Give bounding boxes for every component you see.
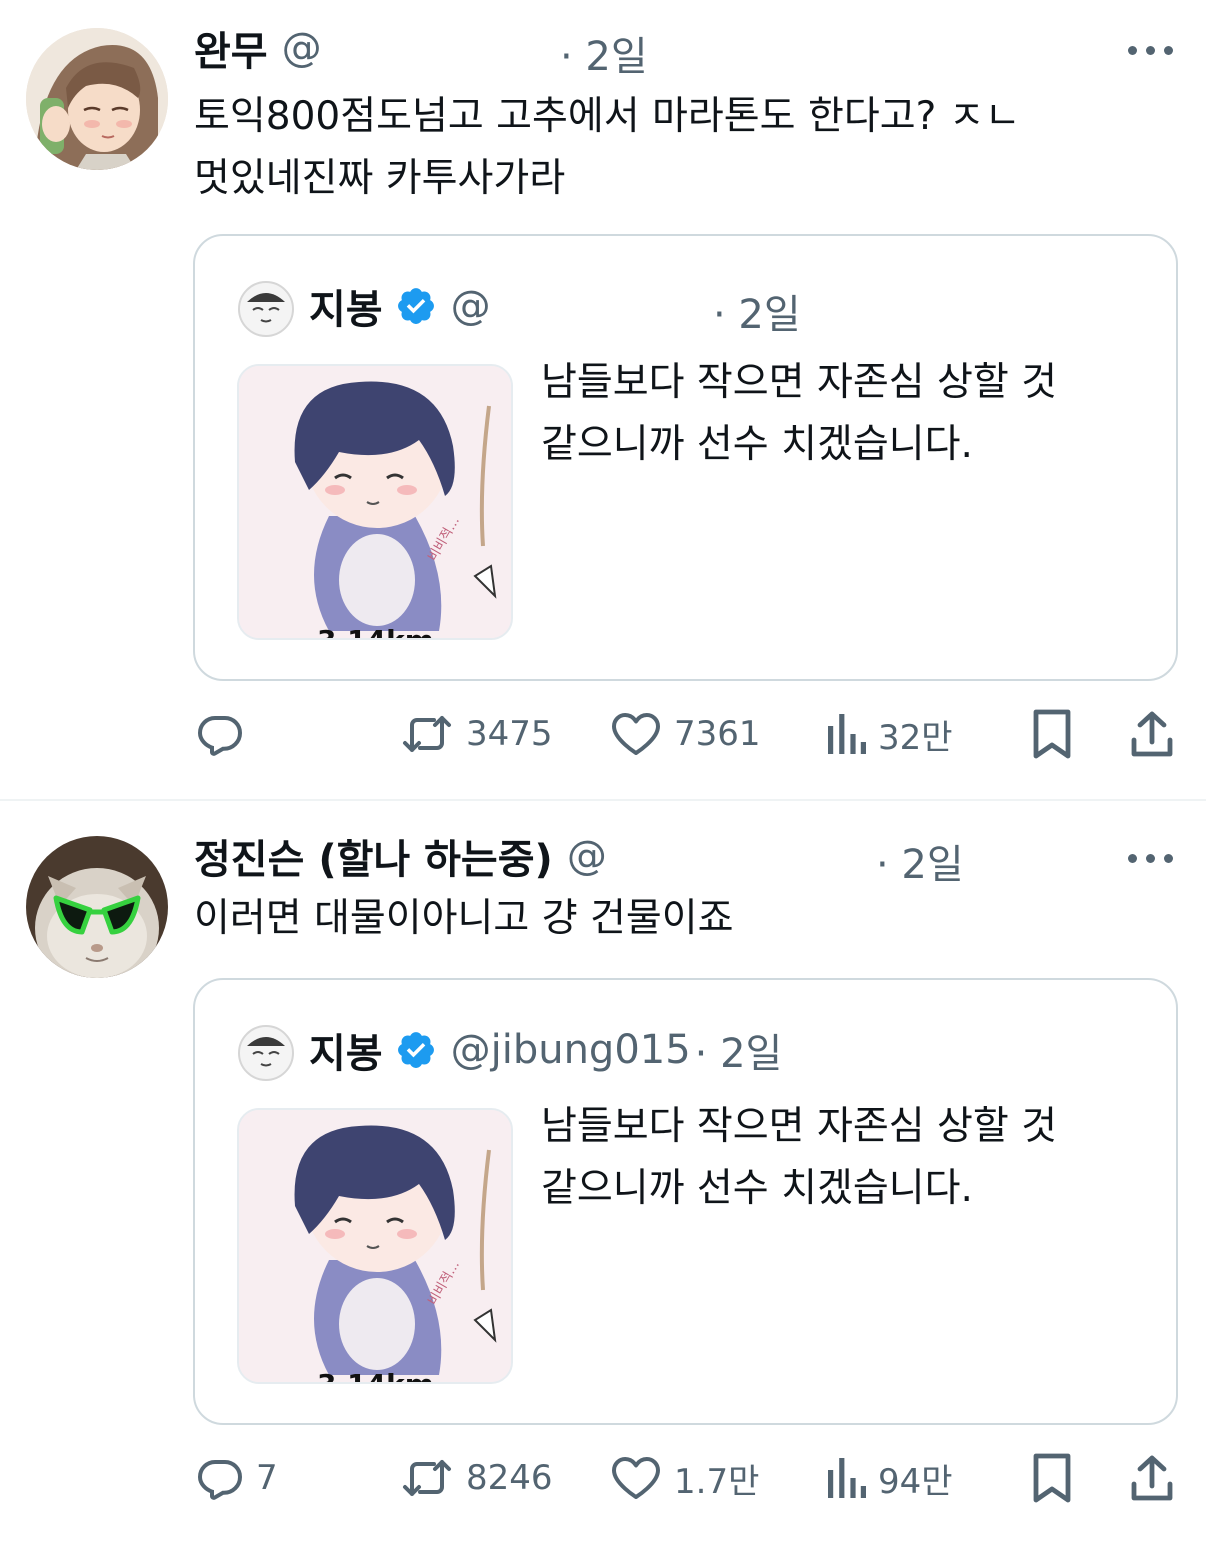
views-icon: [822, 710, 866, 758]
views-count: 94만: [878, 1461, 953, 1502]
views-count: 32만: [878, 717, 953, 758]
like-button[interactable]: 1.7만: [610, 1448, 759, 1508]
quoted-text-line: 남들보다 작으면 자존심 상할 것: [541, 360, 1058, 405]
tweet-text-line: 멋있네진짜 카투사가라: [194, 156, 566, 201]
tweet[interactable]: 정진슨 (할나 하는중) @ · 2일 이러면 대물이아니고 걍 건물이죠 지봉…: [0, 800, 1206, 1550]
quoted-image[interactable]: 비비적… 3.14km: [237, 364, 513, 640]
share-button[interactable]: [1128, 704, 1176, 764]
retweet-button[interactable]: 8246: [400, 1448, 553, 1508]
verified-badge-icon: [395, 285, 437, 327]
retweet-icon: [400, 710, 454, 758]
tweet-header: 정진슨 (할나 하는중) @: [194, 828, 607, 884]
reply-count: 7: [256, 1458, 278, 1498]
quoted-tweet[interactable]: 지봉 @ · 2일 비비적… 3.14km: [193, 234, 1178, 681]
quoted-author-handle[interactable]: @: [451, 283, 491, 329]
quoted-text: 남들보다 작으면 자존심 상할 것 같으니까 선수 치겠습니다.: [541, 352, 1057, 476]
reply-button[interactable]: 7: [196, 1448, 278, 1508]
reply-button[interactable]: [196, 704, 256, 764]
quoted-text: 남들보다 작으면 자존심 상할 것 같으니까 선수 치겠습니다.: [541, 1096, 1057, 1220]
quoted-author-handle[interactable]: @jibung015: [451, 1027, 691, 1073]
tweet-text: 토익800점도넘고 고추에서 마라톤도 한다고? ㅈㄴ 멋있네진짜 카투사가라: [194, 86, 1020, 210]
author-handle[interactable]: @: [567, 833, 607, 879]
like-button[interactable]: 7361: [610, 704, 761, 764]
heart-icon: [610, 1454, 662, 1502]
quoted-text-line: 남들보다 작으면 자존심 상할 것: [541, 1104, 1058, 1149]
quoted-time[interactable]: · 2일: [695, 1021, 783, 1079]
tweet-time[interactable]: · 2일: [560, 24, 648, 82]
author-name[interactable]: 완무: [194, 19, 268, 77]
tweet[interactable]: 완무 @ · 2일 토익800점도넘고 고추에서 마라톤도 한다고? ㅈㄴ 멋있…: [0, 0, 1206, 800]
reply-icon: [196, 1454, 244, 1502]
share-icon: [1128, 708, 1176, 760]
quoted-author-name[interactable]: 지봉: [309, 1021, 383, 1079]
reply-icon: [196, 710, 244, 758]
avatar[interactable]: [26, 28, 168, 170]
tweet-header: 완무 @: [194, 20, 322, 76]
author-handle[interactable]: @: [282, 25, 322, 71]
like-count: 1.7만: [674, 1461, 760, 1502]
tweet-text-line: 이러면 대물이아니고 걍 건물이죠: [194, 896, 734, 941]
quoted-image[interactable]: 비비적… 3.14km: [237, 1108, 513, 1384]
image-caption: 3.14km: [317, 624, 434, 640]
views-button[interactable]: 94만: [822, 1448, 953, 1508]
quoted-avatar[interactable]: [237, 280, 295, 338]
quoted-header: 지봉 @: [309, 276, 491, 336]
like-count: 7361: [674, 714, 761, 754]
quoted-time[interactable]: · 2일: [713, 282, 801, 340]
verified-badge-icon: [395, 1029, 437, 1071]
share-icon: [1128, 1452, 1176, 1504]
tweet-text: 이러면 대물이아니고 걍 건물이죠: [194, 888, 734, 950]
retweet-button[interactable]: 3475: [400, 704, 553, 764]
quoted-tweet[interactable]: 지봉 @jibung015 · 2일 비비적… 남들보다 작으면 자존심 상할 …: [193, 978, 1178, 1425]
quoted-header: 지봉 @jibung015 · 2일: [309, 1020, 782, 1080]
quoted-text-line: 같으니까 선수 치겠습니다.: [541, 1166, 973, 1211]
retweet-count: 3475: [466, 714, 553, 754]
image-caption: 3.14km: [317, 1368, 434, 1384]
bookmark-icon: [1030, 1452, 1074, 1504]
bookmark-button[interactable]: [1030, 1448, 1074, 1508]
tweet-time[interactable]: · 2일: [876, 832, 964, 890]
views-button[interactable]: 32만: [822, 704, 953, 764]
retweet-icon: [400, 1454, 454, 1502]
share-button[interactable]: [1128, 1448, 1176, 1508]
tweet-text-line: 토익800점도넘고 고추에서 마라톤도 한다고? ㅈㄴ: [194, 94, 1021, 139]
heart-icon: [610, 710, 662, 758]
views-icon: [822, 1454, 866, 1502]
more-dots-icon[interactable]: [1128, 42, 1174, 58]
quoted-avatar[interactable]: [237, 1024, 295, 1082]
retweet-count: 8246: [466, 1458, 553, 1498]
more-dots-icon[interactable]: [1128, 850, 1174, 866]
tweet-actions: 3475 7361 32만: [0, 704, 1206, 764]
author-name[interactable]: 정진슨 (할나 하는중): [194, 827, 553, 885]
bookmark-button[interactable]: [1030, 704, 1074, 764]
tweet-actions: 7 8246 1.7만 94만: [0, 1448, 1206, 1508]
avatar[interactable]: [26, 836, 168, 978]
bookmark-icon: [1030, 708, 1074, 760]
quoted-author-name[interactable]: 지봉: [309, 277, 383, 335]
quoted-text-line: 같으니까 선수 치겠습니다.: [541, 422, 973, 467]
